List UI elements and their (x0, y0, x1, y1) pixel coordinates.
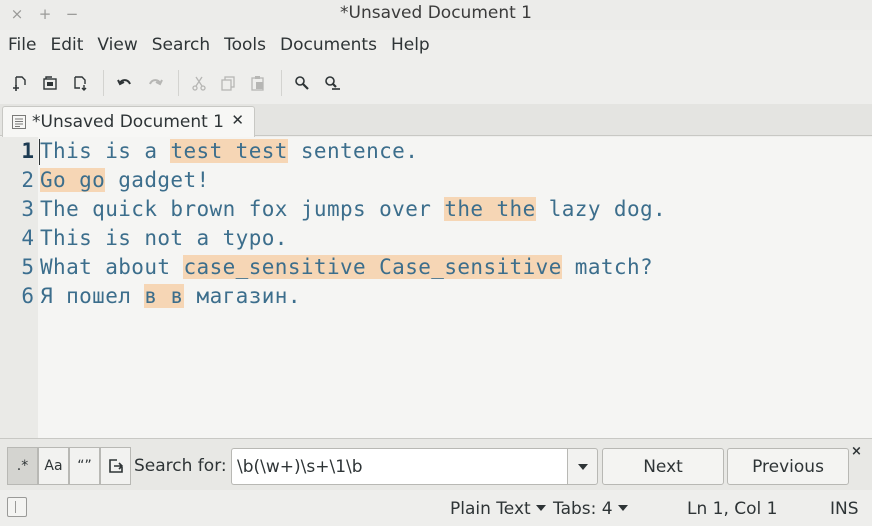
toolbar-separator (178, 70, 179, 96)
code-line: This is a test test sentence. (40, 137, 418, 166)
line-number: 1 (21, 139, 34, 163)
document-tab-bar: *Unsaved Document 1 ✕ (0, 104, 872, 137)
search-match-highlight: Go go (40, 168, 106, 192)
tab-unsaved-document-1[interactable]: *Unsaved Document 1 ✕ (2, 106, 255, 137)
code-text: The quick brown fox jumps over (40, 197, 445, 221)
menu-view[interactable]: View (90, 31, 144, 61)
code-text: This is a (40, 139, 171, 163)
wrap-around-toggle[interactable] (100, 447, 131, 485)
match-case-toggle[interactable]: Aa (38, 447, 69, 485)
search-match-highlight: test test (170, 139, 288, 163)
search-input[interactable] (231, 448, 568, 485)
insert-mode-indicator: INS (830, 499, 859, 519)
find-replace-icon (325, 76, 340, 90)
search-history-dropdown[interactable] (567, 448, 598, 485)
cursor-position: Ln 1, Col 1 (687, 499, 778, 519)
tab-width-selector[interactable]: Tabs: 4 (553, 499, 628, 519)
code-text: This is not a typo. (40, 226, 288, 250)
wrap-around-icon (108, 459, 123, 473)
line-number: 2 (21, 168, 34, 192)
code-line: Я пошел в в магазин. (40, 282, 301, 311)
chevron-down-icon (577, 463, 588, 470)
chevron-down-icon (617, 505, 628, 511)
search-match-highlight: case_sensitive Case_sensitive (183, 255, 562, 279)
open-button[interactable] (37, 70, 63, 96)
close-search-icon[interactable]: × (851, 444, 862, 459)
text-editor[interactable]: 1 This is a test test sentence. 2 Go go gad… (0, 137, 872, 438)
save-icon (74, 76, 87, 91)
undo-icon (117, 79, 131, 86)
search-bar: .* Aa “” Search for: Next Previous × (0, 438, 872, 490)
language-selector[interactable]: Plain Text (450, 499, 546, 519)
regex-toggle[interactable]: .* (7, 447, 38, 485)
copy-icon (221, 76, 235, 91)
toolbar-separator (281, 70, 282, 96)
title-bar: × + − *Unsaved Document 1 (0, 0, 872, 30)
open-icon (43, 76, 57, 90)
status-bar: Plain Text Tabs: 4 Ln 1, Col 1 INS (0, 490, 872, 526)
line-number: 6 (21, 284, 34, 308)
toolbar (0, 64, 872, 102)
text-cursor (39, 139, 40, 165)
search-match-highlight: the the (444, 197, 536, 221)
tab-label: *Unsaved Document 1 (32, 112, 224, 132)
copy-button[interactable] (215, 70, 241, 96)
code-text: gadget! (105, 168, 210, 192)
code-line: Go go gadget! (40, 166, 210, 195)
code-text: магазин. (183, 284, 301, 308)
cut-icon (192, 76, 206, 91)
side-panel-toggle-icon[interactable] (7, 497, 27, 517)
menu-bar: File Edit View Search Tools Documents He… (0, 31, 872, 61)
save-button[interactable] (67, 70, 93, 96)
redo-icon (149, 79, 163, 86)
previous-button[interactable]: Previous (727, 448, 849, 485)
code-text: sentence. (287, 139, 419, 163)
find-replace-button[interactable] (319, 70, 345, 96)
code-text: What about (40, 255, 184, 279)
toolbar-separator (103, 70, 104, 96)
text-document-icon (12, 115, 26, 129)
menu-file[interactable]: File (1, 31, 43, 61)
code-text: match? (561, 255, 654, 279)
code-text: Я пошел (40, 284, 145, 308)
tab-width-label: Tabs: 4 (553, 499, 613, 519)
find-button[interactable] (289, 70, 315, 96)
menu-documents[interactable]: Documents (273, 31, 384, 61)
whole-word-toggle[interactable]: “” (69, 447, 100, 485)
code-line: The quick brown fox jumps over the the l… (40, 195, 666, 224)
language-label: Plain Text (450, 499, 531, 519)
new-document-icon (13, 76, 26, 91)
code-line: This is not a typo. (40, 224, 288, 253)
paste-button[interactable] (245, 70, 271, 96)
next-button[interactable]: Next (602, 448, 724, 485)
undo-button[interactable] (112, 70, 138, 96)
chevron-down-icon (535, 505, 546, 511)
window-title: *Unsaved Document 1 (340, 3, 532, 23)
redo-button[interactable] (142, 70, 168, 96)
menu-tools[interactable]: Tools (217, 31, 273, 61)
line-number: 5 (21, 255, 34, 279)
find-icon (295, 76, 309, 90)
menu-help[interactable]: Help (384, 31, 437, 61)
menu-edit[interactable]: Edit (43, 31, 90, 61)
new-document-button[interactable] (7, 70, 33, 96)
code-line: What about case_sensitive Case_sensitive… (40, 253, 653, 282)
cut-button[interactable] (186, 70, 212, 96)
search-match-highlight: в в (144, 284, 184, 308)
line-number: 3 (21, 197, 34, 221)
paste-icon (251, 76, 264, 91)
code-text: lazy dog. (535, 197, 667, 221)
menu-search[interactable]: Search (145, 31, 217, 61)
search-for-label: Search for: (134, 456, 227, 476)
tab-close-icon[interactable]: ✕ (231, 111, 244, 129)
line-number: 4 (21, 226, 34, 250)
